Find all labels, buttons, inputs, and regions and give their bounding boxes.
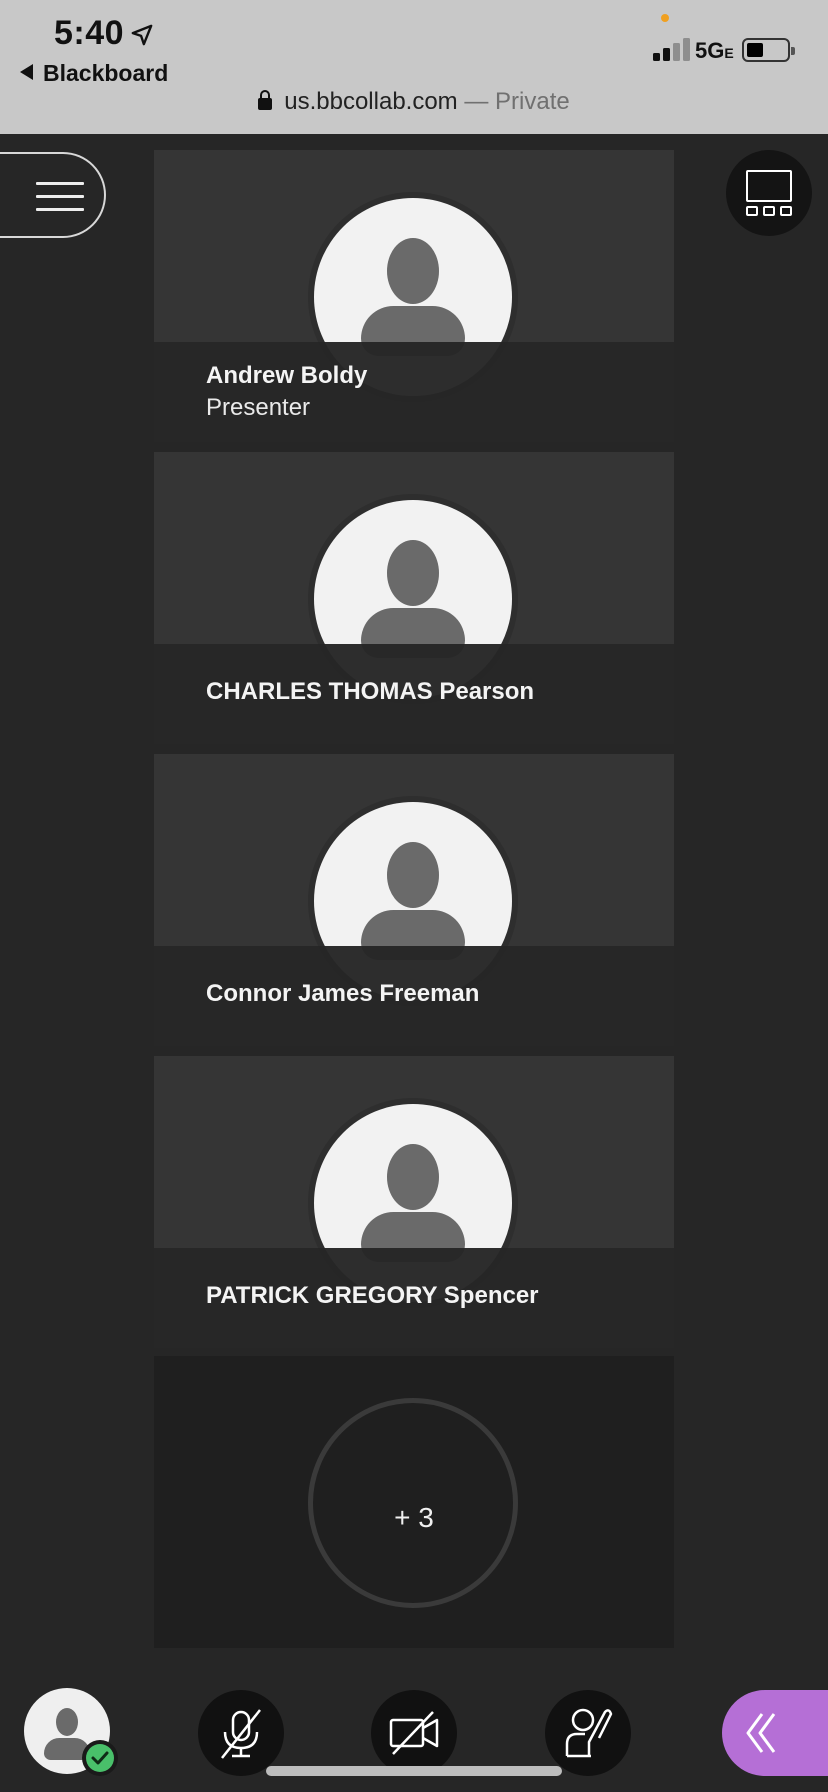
double-chevron-left-icon (746, 1713, 776, 1753)
participant-name: PATRICK GREGORY Spencer (206, 1282, 539, 1309)
network-suffix: E (724, 45, 734, 61)
participant-tile[interactable]: Connor James Freeman (154, 754, 674, 1046)
participant-tile[interactable]: CHARLES THOMAS Pearson (154, 452, 674, 744)
camera-off-icon (389, 1711, 439, 1755)
more-participants-count: + 3 (394, 1502, 434, 1533)
back-app-label: Blackboard (43, 60, 169, 86)
battery-icon (742, 38, 795, 62)
url-text: us.bbcollab.com (284, 88, 458, 115)
microphone-muted-icon (221, 1709, 261, 1759)
participant-name: Andrew Boldy (206, 362, 368, 389)
camera-toggle-button[interactable] (371, 1690, 457, 1776)
home-indicator (266, 1766, 562, 1776)
more-participants-tile[interactable]: + 3 (154, 1356, 674, 1648)
private-mode-label: Private (495, 88, 570, 115)
participant-name: CHARLES THOMAS Pearson (206, 678, 535, 705)
raise-hand-icon (565, 1708, 613, 1758)
participant-tile[interactable]: PATRICK GREGORY Spencer (154, 1056, 674, 1348)
network-type: 5GE (695, 38, 734, 64)
collaborate-panel-button[interactable] (722, 1690, 828, 1776)
network-label: 5G (695, 38, 725, 63)
lock-icon (258, 90, 273, 110)
participant-tile[interactable]: Andrew Boldy Presenter (154, 150, 674, 442)
url-separator: — (457, 88, 496, 115)
status-badge (82, 1740, 118, 1776)
clock-time: 5:40 (54, 14, 125, 52)
privacy-indicator-dot (661, 14, 669, 22)
participant-role: Presenter (206, 394, 311, 421)
back-to-app-link[interactable]: Blackboard (20, 60, 168, 87)
avatar (56, 1708, 78, 1736)
checkmark-icon (91, 1751, 109, 1765)
microphone-toggle-button[interactable] (198, 1690, 284, 1776)
hamburger-icon (36, 182, 84, 185)
cellular-signal-icon (653, 37, 691, 61)
raise-hand-button[interactable] (545, 1690, 631, 1776)
session-menu-button[interactable] (0, 152, 106, 238)
participant-name: Connor James Freeman (206, 980, 480, 1007)
location-arrow-icon (131, 24, 153, 46)
gallery-layout-icon (746, 170, 792, 202)
address-bar[interactable]: us.bbcollab.com — Private (0, 88, 828, 116)
layout-toggle-button[interactable] (726, 150, 812, 236)
back-triangle-icon (20, 64, 33, 80)
browser-top-bar: 5:40 Blackboard 5GE us.bbcollab.com — Pr… (0, 0, 828, 134)
